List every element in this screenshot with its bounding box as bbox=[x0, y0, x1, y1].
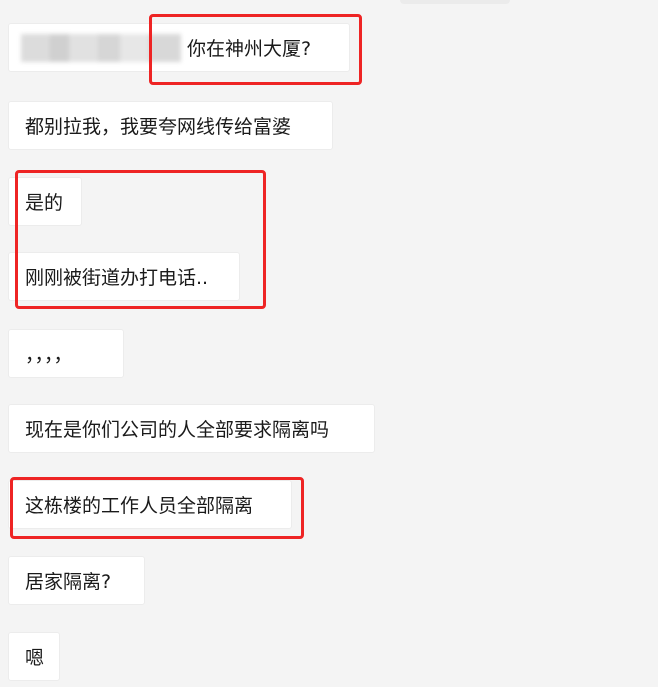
message-text: 都别拉我，我要夸网线传给富婆 bbox=[25, 116, 292, 138]
message-text: 居家隔离? bbox=[25, 571, 112, 593]
message-text: 是的 bbox=[25, 192, 64, 214]
blurred-sender-name bbox=[21, 33, 181, 62]
chat-message-1: 你在神州大厦? bbox=[8, 23, 350, 72]
message-text: 这栋楼的工作人员全部隔离 bbox=[25, 495, 254, 517]
message-text: 你在神州大厦? bbox=[187, 38, 312, 60]
message-text: 现在是你们公司的人全部要求隔离吗 bbox=[25, 419, 330, 441]
chat-message-4: 刚刚被街道办打电话.. bbox=[8, 252, 240, 301]
chat-message-5: ，，，， bbox=[8, 329, 124, 378]
chat-message-2: 都别拉我，我要夸网线传给富婆 bbox=[8, 101, 333, 150]
message-text: 刚刚被街道办打电话.. bbox=[25, 267, 209, 289]
message-text: 嗯 bbox=[25, 647, 45, 669]
chat-message-7: 这栋楼的工作人员全部隔离 bbox=[8, 480, 292, 529]
chat-message-8: 居家隔离? bbox=[8, 556, 145, 605]
chat-message-9: 嗯 bbox=[8, 632, 60, 681]
chat-message-6: 现在是你们公司的人全部要求隔离吗 bbox=[8, 404, 375, 453]
top-blurred-text bbox=[400, 0, 510, 4]
message-text: ，，，， bbox=[25, 344, 73, 366]
chat-message-3: 是的 bbox=[8, 177, 82, 226]
